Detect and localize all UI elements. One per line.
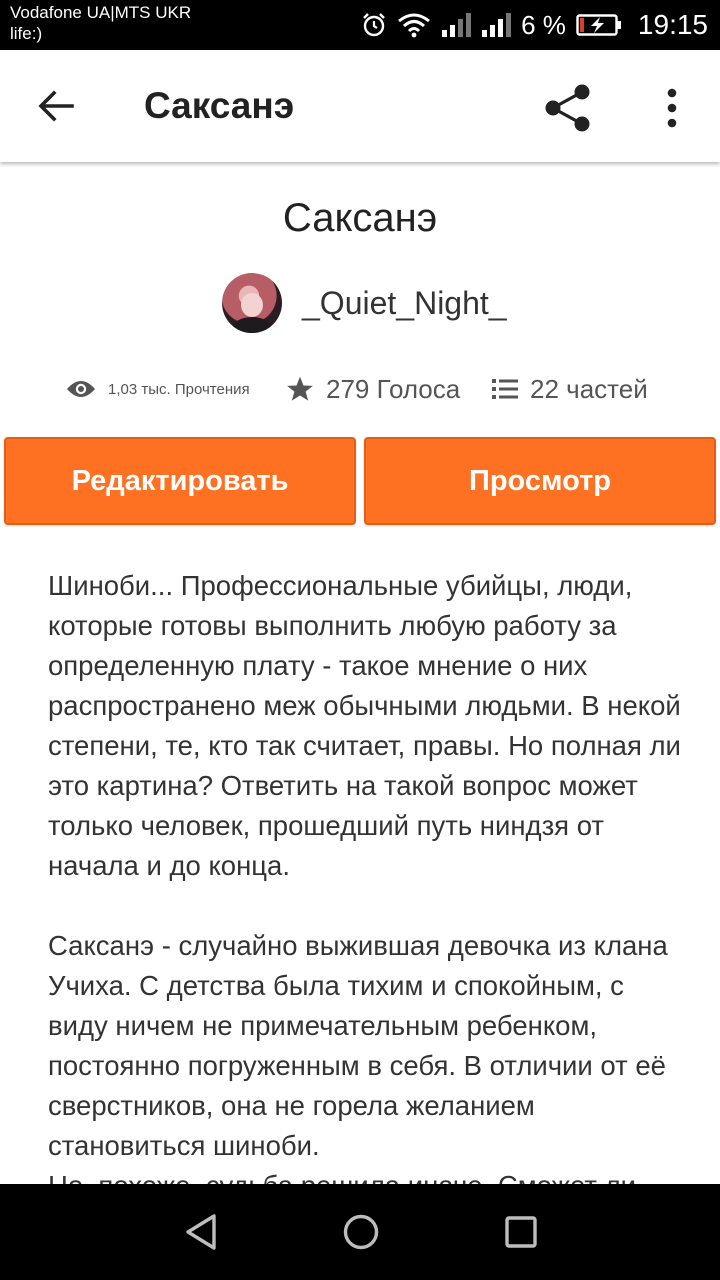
list-icon bbox=[492, 379, 518, 399]
story-description: Шиноби... Профессиональные убийцы, люди,… bbox=[48, 566, 688, 1184]
story-title: Саксанэ bbox=[282, 196, 438, 240]
share-button[interactable] bbox=[536, 76, 600, 140]
arrow-left-icon bbox=[38, 90, 74, 122]
nav-back-icon bbox=[186, 1214, 216, 1250]
status-bar: Vodafone UA|MTS UKR life:) 6 % 19:15 bbox=[0, 0, 720, 50]
battery-percent: 6 % bbox=[521, 9, 566, 40]
signal-icon-1 bbox=[441, 12, 472, 38]
nav-recent-icon bbox=[505, 1216, 537, 1248]
story-stats: 1,03 тыс. Прочтения 279 Голоса 22 частей bbox=[0, 366, 720, 412]
carrier-line-1: Vodafone UA|MTS UKR bbox=[10, 3, 192, 22]
parts-stat: 22 частей bbox=[492, 366, 648, 412]
nav-recent-button[interactable] bbox=[481, 1184, 561, 1280]
more-options-button[interactable] bbox=[646, 76, 698, 140]
status-icons: 6 % 19:15 bbox=[361, 0, 708, 50]
star-icon bbox=[287, 376, 313, 401]
signal-icon-2 bbox=[481, 12, 512, 38]
clock: 19:15 bbox=[637, 9, 708, 40]
nav-home-icon bbox=[343, 1214, 379, 1250]
description-paragraph-3: Но, похоже, судьба решила иначе. Сможет … bbox=[48, 1166, 688, 1184]
reads-label: 1,03 тыс. Прочтения bbox=[108, 380, 250, 398]
carrier-info: Vodafone UA|MTS UKR life:) bbox=[10, 2, 191, 44]
back-button[interactable] bbox=[26, 76, 86, 136]
avatar[interactable] bbox=[222, 273, 282, 333]
share-icon bbox=[545, 84, 590, 132]
votes-stat: 279 Голоса bbox=[286, 366, 460, 412]
view-button[interactable]: Просмотр bbox=[364, 437, 716, 525]
more-vert-icon bbox=[667, 88, 677, 128]
votes-label: 279 Голоса bbox=[326, 373, 461, 404]
author-row[interactable]: _Quiet_Night_ bbox=[222, 272, 507, 334]
app-bar: Саксанэ bbox=[0, 50, 720, 162]
alarm-icon bbox=[361, 12, 387, 38]
author-name[interactable]: _Quiet_Night_ bbox=[302, 285, 507, 322]
parts-label: 22 частей bbox=[530, 373, 648, 404]
description-paragraph-1: Шиноби... Профессиональные убийцы, люди,… bbox=[48, 570, 681, 881]
reads-stat: 1,03 тыс. Прочтения bbox=[66, 366, 250, 412]
edit-button[interactable]: Редактировать bbox=[4, 437, 356, 525]
app-bar-title: Саксанэ bbox=[144, 85, 295, 126]
wifi-icon bbox=[397, 12, 431, 38]
carrier-line-2: life:) bbox=[10, 24, 43, 43]
battery-charging-icon bbox=[576, 13, 622, 37]
nav-back-button[interactable] bbox=[161, 1184, 241, 1280]
description-paragraph-2: Саксанэ - случайно выжившая девочка из к… bbox=[48, 930, 668, 1161]
eye-icon bbox=[67, 381, 95, 397]
nav-home-button[interactable] bbox=[321, 1184, 401, 1280]
navigation-bar bbox=[0, 1184, 720, 1280]
